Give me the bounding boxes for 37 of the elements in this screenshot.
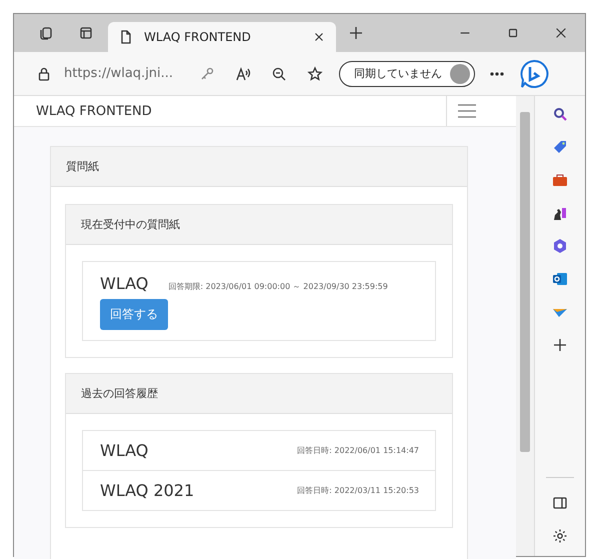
- star-icon[interactable]: [307, 66, 324, 82]
- answer-time: 回答日時: 2022/03/11 15:20:53: [297, 485, 419, 496]
- tag-icon[interactable]: [552, 139, 568, 155]
- workspaces-icon[interactable]: [38, 25, 54, 41]
- zoom-out-icon[interactable]: [271, 66, 288, 82]
- lock-icon[interactable]: [36, 66, 52, 82]
- questionnaire-name: WLAQ: [100, 441, 148, 460]
- read-aloud-icon[interactable]: [235, 66, 252, 82]
- office-icon[interactable]: [552, 238, 568, 254]
- history-item[interactable]: WLAQ 回答日時: 2022/06/01 15:14:47: [83, 431, 435, 470]
- copilot-icon[interactable]: [519, 58, 550, 88]
- browser-tab[interactable]: WLAQ FRONTEND: [108, 22, 336, 52]
- toolbox-icon[interactable]: [552, 172, 568, 188]
- avatar-icon: [450, 64, 470, 84]
- search-icon[interactable]: [552, 106, 568, 122]
- add-icon[interactable]: [552, 337, 568, 353]
- close-icon[interactable]: [554, 26, 568, 40]
- questionnaire-name: WLAQ 2021: [100, 481, 194, 500]
- history-item[interactable]: WLAQ 2021 回答日時: 2022/03/11 15:20:53: [83, 470, 435, 510]
- card-header: 質問紙: [51, 147, 467, 187]
- new-tab-icon[interactable]: [348, 25, 364, 41]
- maximize-icon[interactable]: [506, 26, 520, 40]
- chess-icon[interactable]: [552, 205, 568, 221]
- brand-title[interactable]: WLAQ FRONTEND: [36, 104, 152, 118]
- questionnaire-name: WLAQ: [100, 274, 148, 293]
- card-header: 過去の回答履歴: [66, 374, 452, 414]
- menu-icon: [458, 104, 476, 118]
- key-icon[interactable]: [199, 66, 216, 82]
- answer-time: 回答日時: 2022/06/01 15:14:47: [297, 445, 419, 456]
- scrollbar[interactable]: [516, 96, 534, 556]
- sync-button[interactable]: 同期していません: [339, 60, 476, 86]
- tab-actions-icon[interactable]: [78, 25, 94, 41]
- answer-period: 回答期限: 2023/06/01 09:00:00 ～ 2023/09/30 23:59:59: [168, 281, 388, 292]
- outlook-icon[interactable]: [552, 271, 568, 287]
- card-header: 現在受付中の質問紙: [66, 205, 452, 245]
- address-field[interactable]: https://wlaq.jni...: [64, 66, 174, 81]
- sidebar-toggle-icon[interactable]: [552, 495, 568, 511]
